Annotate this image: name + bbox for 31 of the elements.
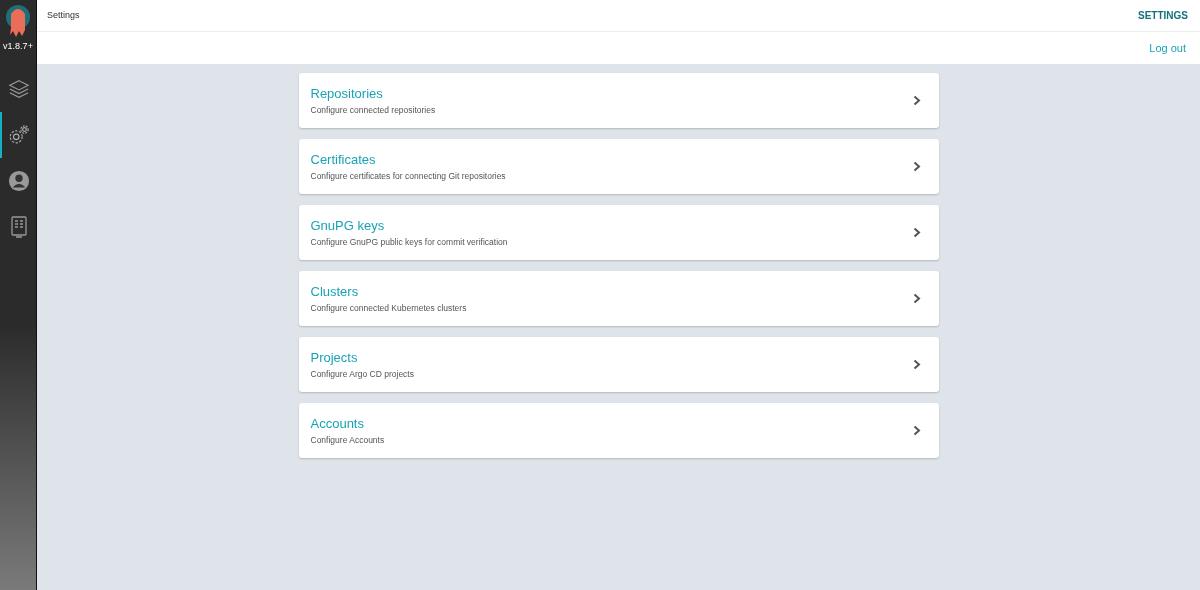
layers-icon <box>8 77 30 100</box>
card-description: Configure connected Kubernetes clusters <box>310 301 467 315</box>
settings-card[interactable]: Clusters Configure connected Kubernetes clusters <box>298 271 939 326</box>
chevron-right-icon <box>912 425 921 436</box>
card-description: Configure Argo CD projects <box>310 367 414 381</box>
card-title: Clusters <box>310 283 360 302</box>
chevron-right-icon <box>912 161 921 172</box>
chevron-right-icon <box>912 359 921 370</box>
settings-card[interactable]: Projects Configure Argo CD projects <box>298 337 939 392</box>
settings-icon <box>8 123 30 146</box>
card-title: Projects <box>310 349 359 368</box>
card-title: GnuPG keys <box>310 217 386 236</box>
card-description: Configure certificates for connecting Git repositories <box>310 169 506 183</box>
settings-card[interactable]: Accounts Configure Accounts <box>298 403 939 458</box>
settings-card[interactable]: Repositories Configure connected repositories <box>298 73 939 128</box>
card-description: Configure GnuPG public keys for commit verification <box>310 235 508 249</box>
card-title: Certificates <box>310 151 377 170</box>
card-title: Repositories <box>310 85 384 104</box>
document-icon <box>10 215 28 238</box>
card-title: Accounts <box>310 415 365 434</box>
chevron-right-icon <box>912 227 921 238</box>
chevron-right-icon <box>912 95 921 106</box>
settings-card[interactable]: Certificates Configure certificates for connecting Git repositories <box>298 139 939 194</box>
card-description: Configure Accounts <box>310 433 385 447</box>
page-label: SETTINGS <box>1138 9 1188 23</box>
page-title: Settings <box>47 8 80 22</box>
card-description: Configure connected repositories <box>310 103 436 117</box>
version-label: v1.8.7+ <box>2 40 34 53</box>
chevron-right-icon <box>912 293 921 304</box>
settings-card[interactable]: GnuPG keys Configure GnuPG public keys for commit verification <box>298 205 939 260</box>
user-icon <box>8 169 30 192</box>
